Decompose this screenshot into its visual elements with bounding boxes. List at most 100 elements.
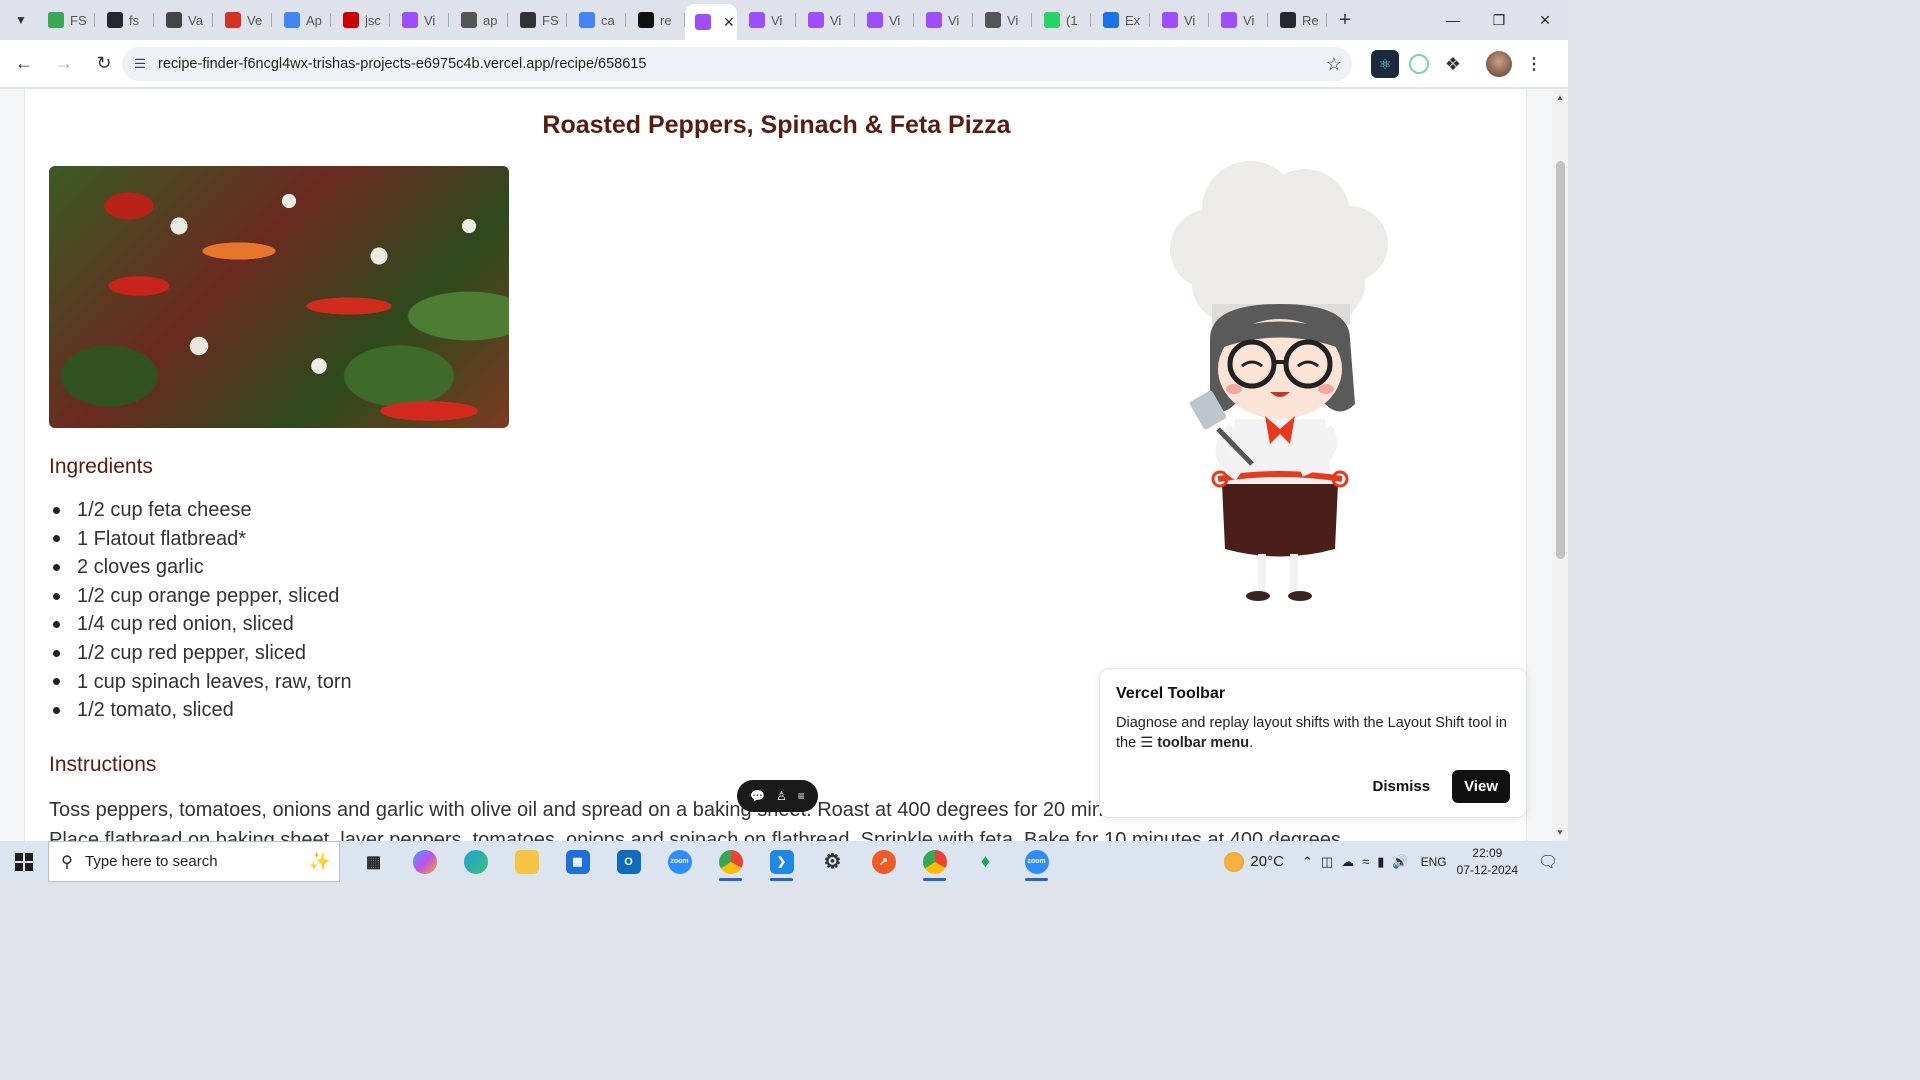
forward-button[interactable]: →	[46, 46, 82, 82]
browser-tab[interactable]: ✕	[685, 4, 737, 40]
language-indicator[interactable]: ENG	[1421, 855, 1447, 869]
browser-tab[interactable]: Vi	[973, 4, 1032, 36]
ingredient-item: 2 cloves garlic	[49, 553, 352, 582]
scrollbar-thumb[interactable]	[1556, 161, 1565, 559]
minimize-button[interactable]: —	[1430, 0, 1476, 40]
hamburger-icon: ☰	[1140, 735, 1154, 751]
outlook-button[interactable]: O	[603, 841, 654, 882]
zoom-button[interactable]: zoom	[654, 841, 705, 882]
ingredient-item: 1/2 tomato, sliced	[49, 696, 352, 725]
chrome-profile-button[interactable]	[909, 841, 960, 882]
browser-tab[interactable]: jsc	[331, 4, 390, 36]
browser-tab[interactable]: Ap	[272, 4, 331, 36]
ingredient-text: 2 cloves garlic	[77, 556, 204, 579]
weather-sun-icon	[1224, 851, 1245, 872]
browser-toolbar: ← → ↻ ☰ recipe-finder-f6ncgl4wx-trishas-…	[0, 40, 1568, 88]
vscode-icon: ❯	[769, 849, 794, 874]
start-button[interactable]	[0, 841, 48, 882]
browser-tab[interactable]: Re	[1268, 4, 1327, 36]
chrome-google-icon	[48, 12, 64, 28]
whatsapp-icon	[1044, 12, 1060, 28]
tab-label: Va	[188, 12, 203, 28]
taskbar-search-input[interactable]: Type here to search	[85, 853, 309, 870]
browser-menu-icon[interactable]: ⋮	[1520, 50, 1548, 78]
browser-tab[interactable]: Va	[154, 4, 213, 36]
weather-widget[interactable]: 20°C	[1224, 851, 1284, 872]
settings-button[interactable]: ⚙	[807, 841, 858, 882]
puzzle-icon	[1103, 12, 1119, 28]
restore-button[interactable]: ❐	[1476, 0, 1522, 40]
react-devtools-icon[interactable]: ⚛	[1371, 50, 1399, 78]
new-tab-button[interactable]: +	[1331, 6, 1359, 34]
postman-button[interactable]: ↗	[858, 841, 909, 882]
clock[interactable]: 22:09 07-12-2024	[1457, 845, 1518, 879]
browser-tab[interactable]: Vi	[390, 4, 449, 36]
store-button[interactable]: ▦	[552, 841, 603, 882]
browser-tab[interactable]: FS	[508, 4, 567, 36]
taskbar-search[interactable]: ⚲ Type here to search ✨	[48, 841, 340, 882]
browser-tab[interactable]: Vi	[1150, 4, 1209, 36]
scroll-down-icon[interactable]: ▼	[1552, 828, 1568, 837]
volume-icon[interactable]: 🔊	[1392, 854, 1408, 870]
browser-tab[interactable]: ca	[567, 4, 626, 36]
back-arrow-icon: ←	[15, 53, 33, 73]
vscode-button[interactable]: ❯	[756, 841, 807, 882]
browser-tab[interactable]: ap	[449, 4, 508, 36]
scroll-up-icon[interactable]: ▲	[1552, 93, 1568, 102]
copilot-icon	[412, 849, 437, 874]
profile-avatar[interactable]	[1486, 51, 1512, 77]
onedrive-icon[interactable]: ☁	[1341, 854, 1354, 870]
copilot-button[interactable]	[399, 841, 450, 882]
bullet-icon	[53, 621, 60, 629]
close-tab-icon[interactable]: ✕	[723, 14, 735, 31]
back-button[interactable]: ←	[6, 46, 42, 82]
browser-tab[interactable]: Vi	[1209, 4, 1268, 36]
dismiss-button[interactable]: Dismiss	[1365, 772, 1439, 801]
extensions-puzzle-icon[interactable]: ❖	[1439, 50, 1467, 78]
tab-label: Vi	[889, 12, 901, 28]
browser-tab[interactable]: (1	[1032, 4, 1091, 36]
bullet-icon	[53, 506, 60, 514]
browser-tab[interactable]: Vi	[914, 4, 973, 36]
file-explorer-button[interactable]	[501, 841, 552, 882]
browser-tab[interactable]: FS	[36, 4, 95, 36]
edge-button[interactable]	[450, 841, 501, 882]
tab-search-button[interactable]: ▼	[6, 5, 36, 35]
wifi-icon[interactable]: ≈	[1362, 854, 1369, 869]
mongodb-leaf-icon: ♦	[980, 851, 991, 871]
tabs: FS fs Va Ve Ap jsc Vi ap FS ca re ✕ Vi Vi Vi Vi Vi (1 Ex Vi…	[36, 0, 1327, 40]
zoom-meeting-button[interactable]: zoom	[1011, 841, 1062, 882]
mongodb-button[interactable]: ♦	[960, 841, 1011, 882]
notifications-button[interactable]: 🗨	[1528, 852, 1568, 872]
chevron-up-icon[interactable]: ⌃	[1302, 854, 1313, 870]
site-info-icon[interactable]: ☰	[122, 56, 158, 72]
tab-label: fs	[129, 12, 140, 28]
extension-circle-icon[interactable]	[1409, 54, 1429, 74]
browser-tab[interactable]: re	[626, 4, 685, 36]
browser-tab[interactable]: Ex	[1091, 4, 1150, 36]
reload-button[interactable]: ↻	[86, 46, 122, 82]
contact-icon	[520, 12, 536, 28]
browser-tab[interactable]: fs	[95, 4, 154, 36]
view-button[interactable]: View	[1452, 770, 1510, 803]
toolbar-menu-icon[interactable]: ≡	[798, 789, 805, 803]
share-user-icon[interactable]: ♙	[776, 789, 787, 803]
bookmark-star-icon[interactable]: ☆	[1316, 54, 1352, 75]
task-view-button[interactable]: ▦	[348, 841, 399, 882]
chrome-button[interactable]	[705, 841, 756, 882]
close-window-button[interactable]: ✕	[1522, 0, 1568, 40]
browser-tab[interactable]: Vi	[737, 4, 796, 36]
taskbar-apps: ▦ ▦ O zoom ❯ ⚙ ↗ ♦ zoom	[348, 841, 1062, 882]
device-icon[interactable]: ◫	[1321, 854, 1333, 870]
browser-tab[interactable]: Vi	[855, 4, 914, 36]
url-text[interactable]: recipe-finder-f6ncgl4wx-trishas-projects…	[158, 56, 1316, 72]
comment-icon[interactable]: 💬	[750, 789, 765, 803]
browser-tab[interactable]: Ve	[213, 4, 272, 36]
address-bar[interactable]: ☰ recipe-finder-f6ncgl4wx-trishas-projec…	[122, 47, 1352, 81]
recipe-image	[49, 166, 509, 428]
browser-tab[interactable]: Vi	[796, 4, 855, 36]
page-scrollbar[interactable]: ▲ ▼	[1552, 89, 1568, 841]
battery-icon[interactable]: ▮	[1377, 854, 1384, 870]
vercel-toolbar-pill[interactable]: 💬 ♙ ≡	[737, 780, 818, 812]
tab-label: jsc	[365, 12, 381, 28]
